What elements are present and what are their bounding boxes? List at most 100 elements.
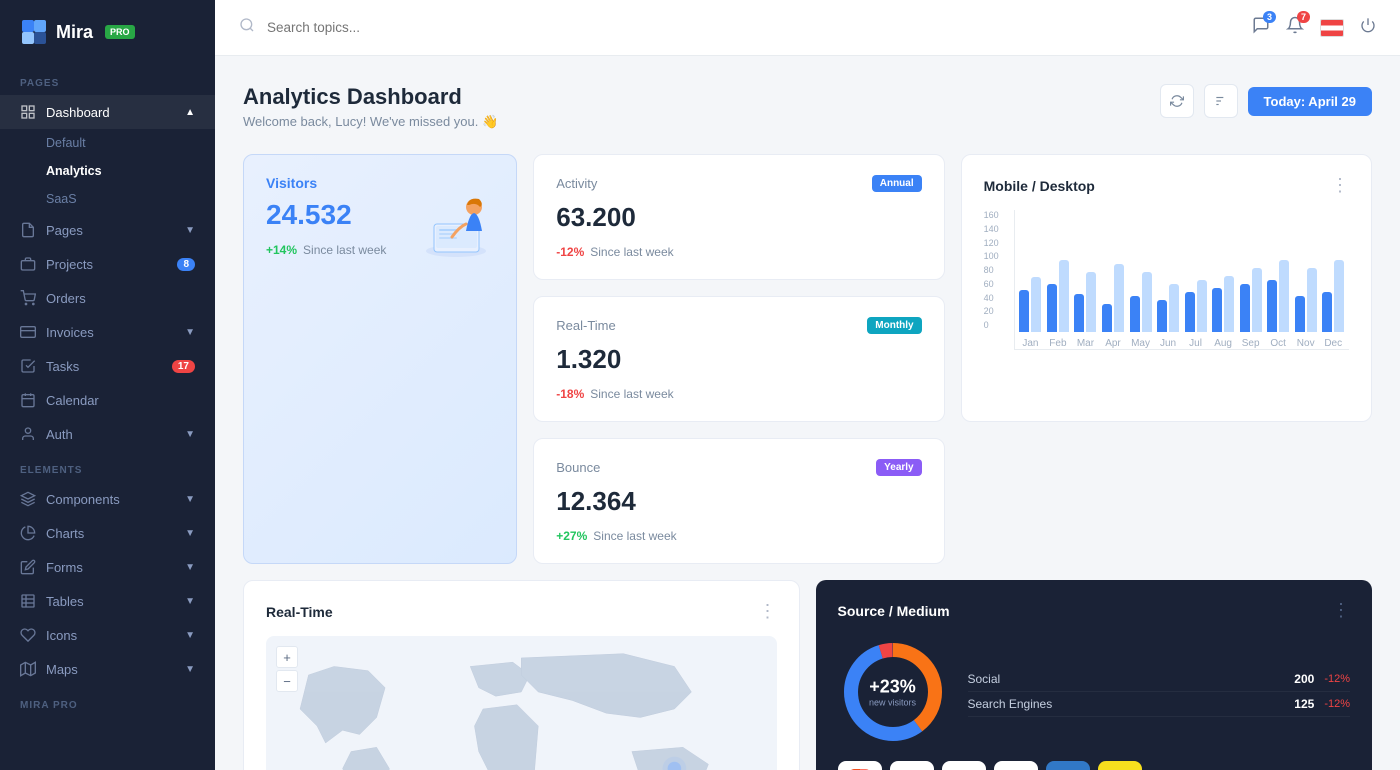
sidebar-item-maps[interactable]: Maps ▼ [0,652,215,686]
chevron-down-icon-charts: ▼ [185,528,195,539]
notifications-badge: 3 [1263,11,1276,23]
source-social-value: 200 [1294,672,1314,686]
chevron-down-icon: ▼ [185,225,195,236]
activity-label: Activity [556,176,597,191]
map-zoom-in-button[interactable]: + [276,646,298,668]
realtime-value: 1.320 [556,344,921,375]
sidebar-item-label-pages: Pages [46,223,83,238]
search-icon [239,17,255,38]
stats-grid: Visitors 24.532 [243,154,1372,564]
notifications-button[interactable]: 3 [1252,16,1270,39]
bounce-label: Bounce [556,460,600,475]
sidebar-item-tables[interactable]: Tables ▼ [0,584,215,618]
source-item-social: Social 200 -12% [968,667,1351,692]
chevron-down-icon-forms: ▼ [185,562,195,573]
sidebar-item-charts[interactable]: Charts ▼ [0,516,215,550]
tech-logo-typescript: TS [1046,761,1090,770]
bar-dec: Dec [1321,212,1345,349]
bar-apr: Apr [1101,212,1125,349]
tech-logo-redux [942,761,986,770]
source-medium-card: Source / Medium ⋮ [816,580,1373,770]
realtime-card: Real-Time Monthly 1.320 -18% Since last … [533,296,944,422]
chevron-down-icon-invoices: ▼ [185,327,195,338]
bounce-badge: Yearly [876,459,921,476]
activity-value: 63.200 [556,202,921,233]
sidebar-item-dashboard[interactable]: Dashboard ▲ [0,95,215,129]
alerts-button[interactable]: 7 [1286,16,1304,39]
chevron-down-icon-maps: ▼ [185,664,195,675]
sidebar-item-projects[interactable]: Projects 8 [0,247,215,281]
chevron-down-icon-components: ▼ [185,494,195,505]
sidebar-item-label-components: Components [46,492,120,507]
sidebar-item-invoices[interactable]: Invoices ▼ [0,315,215,349]
sidebar-item-components[interactable]: Components ▼ [0,482,215,516]
sidebar-item-label-maps: Maps [46,662,78,677]
section-label-pages: PAGES [0,64,215,95]
bar-jul: Jul [1184,212,1208,349]
topbar: 3 7 [215,0,1400,56]
tasks-badge: 17 [172,360,195,373]
bar-chart: Jan Feb Mar Apr May Jun Ju [1014,210,1349,350]
language-flag[interactable] [1320,19,1344,37]
sidebar-sub-item-analytics[interactable]: Analytics [0,157,215,185]
source-list: Social 200 -12% Search Engines 125 -12% [968,667,1351,717]
map-more-button[interactable]: ⋮ [759,601,777,622]
logo-area[interactable]: Mira PRO [0,0,215,64]
filter-button[interactable] [1204,84,1238,118]
bar-chart-container: 160 140 120 100 80 60 40 20 0 Jan [984,210,1349,350]
page-header: Analytics Dashboard Welcome back, Lucy! … [243,84,1372,130]
sidebar-item-label-tasks: Tasks [46,359,79,374]
map-card: Real-Time ⋮ + − [243,580,800,770]
sidebar-item-auth[interactable]: Auth ▼ [0,417,215,451]
sidebar-item-label-forms: Forms [46,560,83,575]
chart-more-button[interactable]: ⋮ [1331,175,1349,196]
world-map [266,636,777,770]
page-actions: Today: April 29 [1160,84,1372,118]
pro-badge: PRO [105,25,135,39]
chevron-down-icon-auth: ▼ [185,429,195,440]
map-title: Real-Time [266,604,333,620]
sidebar-item-tasks[interactable]: Tasks 17 [0,349,215,383]
sidebar-item-calendar[interactable]: Calendar [0,383,215,417]
source-social-change: -12% [1324,673,1350,685]
today-button[interactable]: Today: April 29 [1248,87,1372,116]
sidebar-item-forms[interactable]: Forms ▼ [0,550,215,584]
section-label-mira-pro: MIRA PRO [0,686,215,717]
activity-since: Since last week [590,245,673,259]
sidebar-sub-item-default[interactable]: Default [0,129,215,157]
source-more-button[interactable]: ⋮ [1332,600,1350,621]
sidebar-item-orders[interactable]: Orders [0,281,215,315]
donut-percentage: +23% [869,677,916,698]
tech-logo-javascript: JS [1098,761,1142,770]
sidebar-item-icons[interactable]: Icons ▼ [0,618,215,652]
sidebar-item-pages[interactable]: Pages ▼ [0,213,215,247]
refresh-button[interactable] [1160,84,1194,118]
sidebar-sub-item-saas[interactable]: SaaS [0,185,215,213]
tech-logo-nextjs: NEXT .js [994,761,1038,770]
bar-nov: Nov [1294,212,1318,349]
alerts-badge: 7 [1297,11,1310,23]
source-search-name: Search Engines [968,697,1053,711]
chart-title: Mobile / Desktop [984,178,1095,194]
search-input[interactable] [267,20,1240,35]
sidebar-item-label-calendar: Calendar [46,393,99,408]
activity-change: -12% [556,245,584,259]
map-zoom-out-button[interactable]: − [276,670,298,692]
sidebar-item-label-orders: Orders [46,291,86,306]
source-social-name: Social [968,672,1001,686]
tech-logo-figma [838,761,882,770]
tech-logos: NEXT .js TS JS [838,761,1351,770]
power-button[interactable] [1360,17,1376,38]
visitors-change: +14% [266,243,297,257]
bar-oct: Oct [1266,212,1290,349]
bottom-grid: Real-Time ⋮ + − [243,580,1372,770]
realtime-change: -18% [556,387,584,401]
bounce-card: Bounce Yearly 12.364 +27% Since last wee… [533,438,944,564]
map-container: + − [266,636,777,770]
sidebar-item-label-projects: Projects [46,257,93,272]
sub-stats-grid: Activity Annual 63.200 -12% Since last w… [533,154,1372,564]
realtime-badge: Monthly [867,317,921,334]
bar-feb: Feb [1046,212,1070,349]
sidebar-item-label-invoices: Invoices [46,325,94,340]
donut-chart: +23% new visitors [838,637,948,747]
